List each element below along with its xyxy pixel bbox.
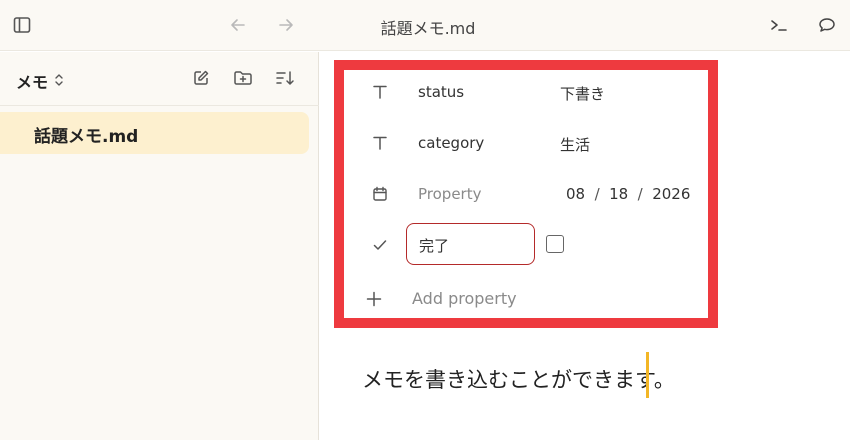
new-folder-icon[interactable] — [233, 68, 253, 88]
date-month[interactable]: 08 — [566, 185, 585, 203]
checkmark-icon[interactable] — [370, 235, 390, 255]
plus-icon — [364, 289, 384, 309]
date-separator: / — [594, 185, 600, 203]
properties-panel: status 下書き category 生活 Property 08 / 18 … — [334, 60, 718, 328]
editor-pane: status 下書き category 生活 Property 08 / 18 … — [320, 52, 850, 440]
property-checkbox[interactable] — [546, 235, 564, 253]
property-row-status: status 下書き — [344, 72, 708, 112]
file-item-label: 話題メモ.md — [34, 127, 139, 147]
property-row-date: Property 08 / 18 / 2026 — [344, 174, 708, 214]
sidebar-toggle-icon[interactable] — [11, 14, 33, 36]
property-key-input[interactable]: 完了 — [406, 223, 535, 265]
property-key-input-value: 完了 — [419, 237, 450, 255]
new-note-icon[interactable] — [191, 68, 211, 88]
chat-bubble-icon[interactable] — [816, 14, 838, 36]
property-value[interactable]: 下書き — [560, 83, 605, 104]
chevron-updown-icon — [54, 73, 64, 90]
sidebar-header: メモ — [0, 52, 319, 106]
calendar-icon[interactable] — [370, 184, 390, 204]
vault-name: メモ — [16, 73, 49, 92]
date-separator: / — [637, 185, 643, 203]
note-body-text[interactable]: メモを書き込むことができます。 — [362, 364, 675, 394]
date-input[interactable]: 08 / 18 / 2026 — [566, 185, 690, 203]
property-value[interactable]: 生活 — [560, 134, 590, 155]
property-key[interactable]: category — [418, 134, 484, 152]
file-explorer-sidebar: メモ 話題メモ.md — [0, 52, 319, 440]
date-year[interactable]: 2026 — [652, 185, 690, 203]
property-key-placeholder[interactable]: Property — [418, 185, 481, 203]
terminal-icon[interactable] — [768, 14, 790, 36]
text-type-icon[interactable] — [370, 82, 390, 102]
date-day[interactable]: 18 — [609, 185, 628, 203]
add-property-label: Add property — [412, 289, 517, 308]
sort-icon[interactable] — [275, 68, 295, 88]
text-type-icon[interactable] — [370, 133, 390, 153]
add-property-button[interactable]: Add property — [344, 277, 708, 317]
vault-switcher[interactable]: メモ — [16, 69, 64, 93]
file-item-active[interactable]: 話題メモ.md — [0, 112, 309, 154]
title-bar: 話題メモ.md — [0, 0, 850, 51]
property-row-checkbox: 完了 — [344, 223, 708, 267]
text-cursor — [646, 352, 649, 398]
property-row-category: category 生活 — [344, 123, 708, 163]
window-title: 話題メモ.md — [380, 19, 476, 38]
property-key[interactable]: status — [418, 83, 464, 101]
